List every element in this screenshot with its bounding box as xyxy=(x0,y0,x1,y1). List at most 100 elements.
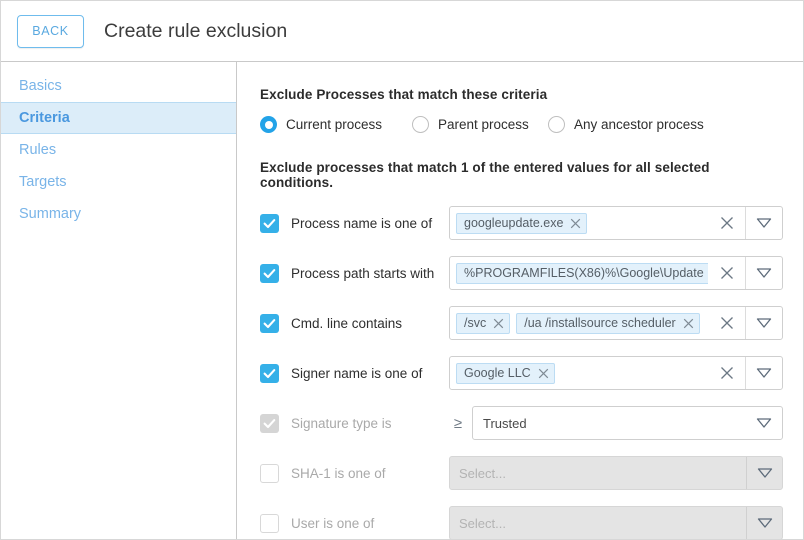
selected-value: Trusted xyxy=(473,407,746,439)
signature-type-select[interactable]: Trusted xyxy=(472,406,783,440)
match-conditions-heading: Exclude processes that match 1 of the en… xyxy=(260,160,783,190)
selected-tags: %PROGRAMFILES(X86)%\Google\Update xyxy=(450,257,708,289)
wizard-step-sidebar: Basics Criteria Rules Targets Summary xyxy=(1,62,237,539)
signer-name-multiselect[interactable]: Google LLC xyxy=(449,356,783,390)
criteria-row-cmd-line: Cmd. line contains /svc /ua /installsour… xyxy=(260,306,783,340)
chevron-down-icon xyxy=(757,467,773,479)
criteria-row-process-name: Process name is one of googleupdate.exe xyxy=(260,206,783,240)
clear-all-button[interactable] xyxy=(708,207,746,239)
criteria-rows: Process name is one of googleupdate.exe xyxy=(260,206,783,540)
sidebar-item-rules[interactable]: Rules xyxy=(1,134,236,166)
checkmark-icon xyxy=(262,266,277,281)
tag-remove-icon[interactable] xyxy=(570,218,581,229)
selected-tags: /svc /ua /installsource scheduler xyxy=(450,307,708,339)
user-multiselect: Select... xyxy=(449,506,783,540)
chevron-down-icon xyxy=(756,367,772,379)
chevron-down-icon xyxy=(756,417,772,429)
sidebar-item-targets[interactable]: Targets xyxy=(1,166,236,198)
open-dropdown-button[interactable] xyxy=(746,407,782,439)
chevron-down-icon xyxy=(756,317,772,329)
create-rule-exclusion-window: BACK Create rule exclusion Basics Criter… xyxy=(0,0,804,540)
selected-tags: Google LLC xyxy=(450,357,708,389)
close-x-icon xyxy=(720,216,734,230)
criteria-row-process-path: Process path starts with %PROGRAMFILES(X… xyxy=(260,256,783,290)
sidebar-item-label: Targets xyxy=(19,174,67,190)
tag-item[interactable]: /ua /installsource scheduler xyxy=(516,313,699,334)
open-dropdown-button[interactable] xyxy=(746,207,782,239)
checkbox-signature-type xyxy=(260,414,279,433)
sidebar-item-summary[interactable]: Summary xyxy=(1,198,236,230)
criteria-label: Signer name is one of xyxy=(291,366,449,381)
cmd-line-multiselect[interactable]: /svc /ua /installsource scheduler xyxy=(449,306,783,340)
sidebar-item-label: Rules xyxy=(19,142,56,158)
criteria-row-user: User is one of Select... xyxy=(260,506,783,540)
criteria-label: Signature type is xyxy=(291,416,449,431)
radio-icon[interactable] xyxy=(412,116,429,133)
checkmark-icon xyxy=(262,316,277,331)
radio-option-current-process[interactable]: Current process xyxy=(260,116,412,133)
tag-label: /ua /installsource scheduler xyxy=(524,316,675,330)
chevron-down-icon xyxy=(756,267,772,279)
close-x-icon xyxy=(720,366,734,380)
checkbox-user[interactable] xyxy=(260,514,279,533)
open-dropdown-button xyxy=(746,507,782,539)
radio-option-any-ancestor-process[interactable]: Any ancestor process xyxy=(548,116,704,133)
radio-label: Current process xyxy=(286,117,382,132)
process-path-multiselect[interactable]: %PROGRAMFILES(X86)%\Google\Update xyxy=(449,256,783,290)
clear-all-button[interactable] xyxy=(708,307,746,339)
sidebar-item-label: Summary xyxy=(19,206,81,222)
checkbox-process-name[interactable] xyxy=(260,214,279,233)
checkmark-icon xyxy=(262,416,277,431)
checkbox-signer-name[interactable] xyxy=(260,364,279,383)
open-dropdown-button[interactable] xyxy=(746,307,782,339)
tag-label: Google LLC xyxy=(464,366,531,380)
process-name-multiselect[interactable]: googleupdate.exe xyxy=(449,206,783,240)
sidebar-item-basics[interactable]: Basics xyxy=(1,70,236,102)
exclude-processes-heading: Exclude Processes that match these crite… xyxy=(260,87,783,102)
sha1-multiselect: Select... xyxy=(449,456,783,490)
criteria-label: Cmd. line contains xyxy=(291,316,449,331)
placeholder-text: Select... xyxy=(450,507,746,539)
criteria-row-signature-type: Signature type is ≥ Trusted xyxy=(260,406,783,440)
tag-item[interactable]: %PROGRAMFILES(X86)%\Google\Update xyxy=(456,263,708,284)
chevron-down-icon xyxy=(757,517,773,529)
radio-option-parent-process[interactable]: Parent process xyxy=(412,116,548,133)
checkmark-icon xyxy=(262,366,277,381)
open-dropdown-button[interactable] xyxy=(746,257,782,289)
radio-label: Parent process xyxy=(438,117,529,132)
tag-item[interactable]: googleupdate.exe xyxy=(456,213,587,234)
close-x-icon xyxy=(720,316,734,330)
clear-all-button[interactable] xyxy=(708,257,746,289)
tag-remove-icon[interactable] xyxy=(538,368,549,379)
checkbox-cmd-line[interactable] xyxy=(260,314,279,333)
checkmark-icon xyxy=(262,216,277,231)
checkbox-process-path[interactable] xyxy=(260,264,279,283)
criteria-label: User is one of xyxy=(291,516,449,531)
radio-icon[interactable] xyxy=(548,116,565,133)
back-button[interactable]: BACK xyxy=(17,15,84,48)
close-x-icon xyxy=(720,266,734,280)
tag-item[interactable]: Google LLC xyxy=(456,363,555,384)
criteria-label: Process name is one of xyxy=(291,216,449,231)
checkbox-sha1[interactable] xyxy=(260,464,279,483)
criteria-label: Process path starts with xyxy=(291,266,449,281)
sidebar-item-label: Criteria xyxy=(19,110,70,126)
radio-label: Any ancestor process xyxy=(574,117,704,132)
back-button-label: BACK xyxy=(32,24,68,38)
tag-item[interactable]: /svc xyxy=(456,313,510,334)
sidebar-item-criteria[interactable]: Criteria xyxy=(1,102,236,134)
open-dropdown-button[interactable] xyxy=(746,357,782,389)
chevron-down-icon xyxy=(756,217,772,229)
tag-remove-icon[interactable] xyxy=(493,318,504,329)
tag-remove-icon[interactable] xyxy=(683,318,694,329)
tag-label: googleupdate.exe xyxy=(464,216,563,230)
criteria-row-sha1: SHA-1 is one of Select... xyxy=(260,456,783,490)
tag-label: %PROGRAMFILES(X86)%\Google\Update xyxy=(464,266,704,280)
clear-all-button[interactable] xyxy=(708,357,746,389)
window-header: BACK Create rule exclusion xyxy=(1,1,803,62)
tag-label: /svc xyxy=(464,316,486,330)
radio-icon[interactable] xyxy=(260,116,277,133)
open-dropdown-button xyxy=(746,457,782,489)
selected-tags: googleupdate.exe xyxy=(450,207,708,239)
criteria-panel: Exclude Processes that match these crite… xyxy=(238,62,803,539)
